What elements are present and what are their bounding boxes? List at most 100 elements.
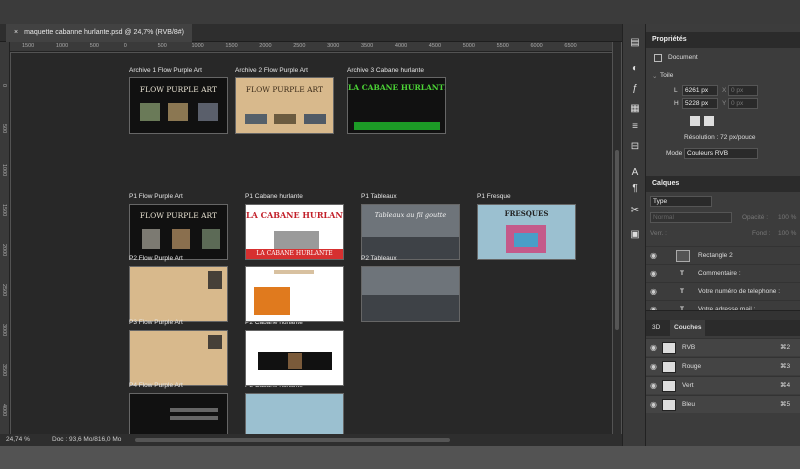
artboard-label[interactable]: P1 Tableaux bbox=[361, 193, 397, 200]
ruler-tick-label: 4000 bbox=[394, 43, 408, 49]
artboard-archive-3[interactable]: LA CABANE HURLANTE bbox=[347, 77, 446, 134]
channel-row[interactable]: ◉ Rouge ⌘3 bbox=[646, 357, 800, 375]
actions-icon[interactable]: ƒ bbox=[628, 82, 642, 96]
layer-row[interactable]: ◉ T Votre numéro de telephone : bbox=[646, 282, 800, 300]
artboard-p2-cabane[interactable] bbox=[245, 266, 344, 322]
x-label: X bbox=[722, 87, 727, 94]
artboard-label[interactable]: P2 Tableaux bbox=[361, 255, 397, 262]
ruler-tick-label: 1000 bbox=[1, 164, 7, 177]
layer-row[interactable]: ◉ T Votre adresse mail : bbox=[646, 300, 800, 310]
right-panel: Propriétés Document ⌄ Toile L 6261 px X … bbox=[646, 24, 800, 446]
layer-row[interactable]: ◉ Rectangle 2 bbox=[646, 246, 800, 264]
artboard-archive-2[interactable]: FLOW PURPLE ART bbox=[235, 77, 334, 134]
height-field[interactable]: 5228 px bbox=[682, 98, 718, 109]
portrait-icon[interactable] bbox=[690, 116, 700, 126]
libraries-icon[interactable]: ⊟ bbox=[628, 140, 642, 154]
artboard-label[interactable]: P1 Fresque bbox=[477, 193, 511, 200]
swatches-icon[interactable]: ▦ bbox=[628, 102, 642, 116]
artboard-p1-tableaux[interactable]: Tableaux au fil goutte bbox=[361, 204, 460, 260]
artboard-label[interactable]: Archive 1 Flow Purple Art bbox=[129, 67, 202, 74]
ruler-tick-label: 0 bbox=[123, 43, 127, 49]
canvas-area[interactable]: Archive 1 Flow Purple Art FLOW PURPLE AR… bbox=[11, 53, 612, 434]
visibility-eye-icon[interactable]: ◉ bbox=[650, 283, 660, 301]
artboard-p2-tableaux[interactable] bbox=[361, 266, 460, 322]
visibility-eye-icon[interactable]: ◉ bbox=[650, 301, 660, 310]
opacity-label: Opacité : bbox=[742, 214, 769, 221]
channel-row[interactable]: ◉ RVB ⌘2 bbox=[646, 338, 800, 356]
ruler-tick-label: 3500 bbox=[1, 364, 7, 377]
paragraph-icon[interactable]: ¶ bbox=[628, 182, 642, 196]
artboard-label[interactable]: P4 Flow Purple Art bbox=[129, 382, 183, 389]
chevron-down-icon[interactable]: ⌄ bbox=[652, 72, 657, 80]
artboard-label[interactable]: Archive 3 Cabane hurlante bbox=[347, 67, 424, 74]
artboard-label[interactable]: P3 Flow Purple Art bbox=[129, 319, 183, 326]
artboard-p1-flow[interactable]: FLOW PURPLE ART bbox=[129, 204, 228, 260]
panel-tool-strip: ▤ ◐ ƒ ▦ ≡ ⊟ A ¶ ✂ ▣ bbox=[622, 24, 646, 446]
channel-row[interactable]: ◉ Bleu ⌘5 bbox=[646, 395, 800, 413]
artboard-p1-fresque[interactable]: FRESQUES bbox=[477, 204, 576, 260]
fill-value[interactable]: 100 % bbox=[778, 230, 796, 237]
artboard-archive-1[interactable]: FLOW PURPLE ART bbox=[129, 77, 228, 134]
mode-select[interactable]: Couleurs RVB bbox=[684, 148, 758, 159]
tab-close-icon[interactable]: × bbox=[14, 24, 18, 42]
tab-3d[interactable]: 3D bbox=[652, 324, 660, 331]
x-field[interactable]: 0 px bbox=[728, 85, 758, 96]
section-toile: Toile bbox=[660, 72, 674, 79]
ruler-tick-label: 5000 bbox=[462, 43, 475, 49]
artboard-label[interactable]: P1 Flow Purple Art bbox=[129, 193, 183, 200]
artboard-label[interactable]: P1 Cabane hurlante bbox=[245, 193, 303, 200]
ruler-tick-label: 2000 bbox=[259, 43, 272, 49]
layer-name: Commentaire : bbox=[698, 270, 741, 277]
visibility-eye-icon[interactable]: ◉ bbox=[650, 265, 660, 283]
brush-settings-icon[interactable]: ✂ bbox=[628, 204, 642, 218]
zoom-level[interactable]: 24,74 % bbox=[6, 434, 30, 446]
y-field[interactable]: 0 px bbox=[728, 98, 758, 109]
bottom-strip bbox=[0, 446, 800, 469]
horizontal-ruler[interactable]: 1500 1000 500 0 500 1000 1500 2000 2500 3000 3500 4… bbox=[10, 42, 612, 52]
navigator-icon[interactable]: ▣ bbox=[628, 228, 642, 242]
character-icon[interactable]: A bbox=[628, 166, 642, 180]
options-bar bbox=[0, 0, 800, 24]
color-icon[interactable]: ◐ bbox=[628, 62, 642, 76]
channel-shortcut: ⌘3 bbox=[780, 363, 791, 370]
layers-tab[interactable]: Calques bbox=[646, 176, 800, 192]
artboard-p4-cabane[interactable] bbox=[245, 393, 344, 434]
width-field[interactable]: 6261 px bbox=[682, 85, 718, 96]
vertical-ruler[interactable]: 0 500 1000 1500 2000 2500 3000 3500 4000 bbox=[0, 42, 10, 434]
channel-name: RVB bbox=[682, 344, 696, 351]
scrollbar-thumb[interactable] bbox=[615, 150, 619, 330]
landscape-icon[interactable] bbox=[704, 116, 714, 126]
channel-row[interactable]: ◉ Vert ⌘4 bbox=[646, 376, 800, 394]
ruler-tick-label: 6000 bbox=[530, 43, 543, 49]
artboard-label[interactable]: P2 Flow Purple Art bbox=[129, 255, 183, 262]
layer-filter-select[interactable]: Type bbox=[650, 196, 712, 207]
artboard-p1-cabane[interactable]: LA CABANE HURLANTE LA CABANE HURLANTE bbox=[245, 204, 344, 260]
adjustments-icon[interactable]: ≡ bbox=[628, 120, 642, 134]
ruler-tick-label: 3000 bbox=[327, 43, 340, 49]
visibility-eye-icon[interactable]: ◉ bbox=[650, 377, 660, 395]
tab-couches[interactable]: Couches bbox=[670, 320, 706, 336]
channel-thumbnail bbox=[662, 380, 676, 392]
mode-label: Mode bbox=[666, 150, 683, 157]
artboard-label[interactable]: Archive 2 Flow Purple Art bbox=[235, 67, 308, 74]
opacity-value[interactable]: 100 % bbox=[778, 214, 796, 221]
horizontal-scrollbar[interactable] bbox=[135, 438, 450, 442]
height-label: H bbox=[674, 100, 679, 107]
artboard-p3-cabane[interactable] bbox=[245, 330, 344, 386]
document-tab[interactable]: × maquette cabanne hurlante.psd @ 24,7% … bbox=[6, 24, 193, 42]
blend-mode-select[interactable]: Normal bbox=[650, 212, 732, 223]
history-icon[interactable]: ▤ bbox=[628, 36, 642, 50]
document-icon bbox=[654, 54, 662, 62]
visibility-eye-icon[interactable]: ◉ bbox=[650, 247, 660, 265]
visibility-eye-icon[interactable]: ◉ bbox=[650, 358, 660, 376]
artboard-p4-flow[interactable] bbox=[129, 393, 228, 434]
ruler-tick-label: 0 bbox=[1, 84, 7, 88]
layer-row[interactable]: ◉ T Commentaire : bbox=[646, 264, 800, 282]
artboard-p3-flow[interactable] bbox=[129, 330, 228, 386]
artboard-p2-flow[interactable] bbox=[129, 266, 228, 322]
visibility-eye-icon[interactable]: ◉ bbox=[650, 339, 660, 357]
channel-shortcut: ⌘4 bbox=[780, 382, 791, 389]
visibility-eye-icon[interactable]: ◉ bbox=[650, 396, 660, 414]
channel-name: Bleu bbox=[682, 401, 696, 408]
properties-tab[interactable]: Propriétés bbox=[646, 32, 800, 48]
